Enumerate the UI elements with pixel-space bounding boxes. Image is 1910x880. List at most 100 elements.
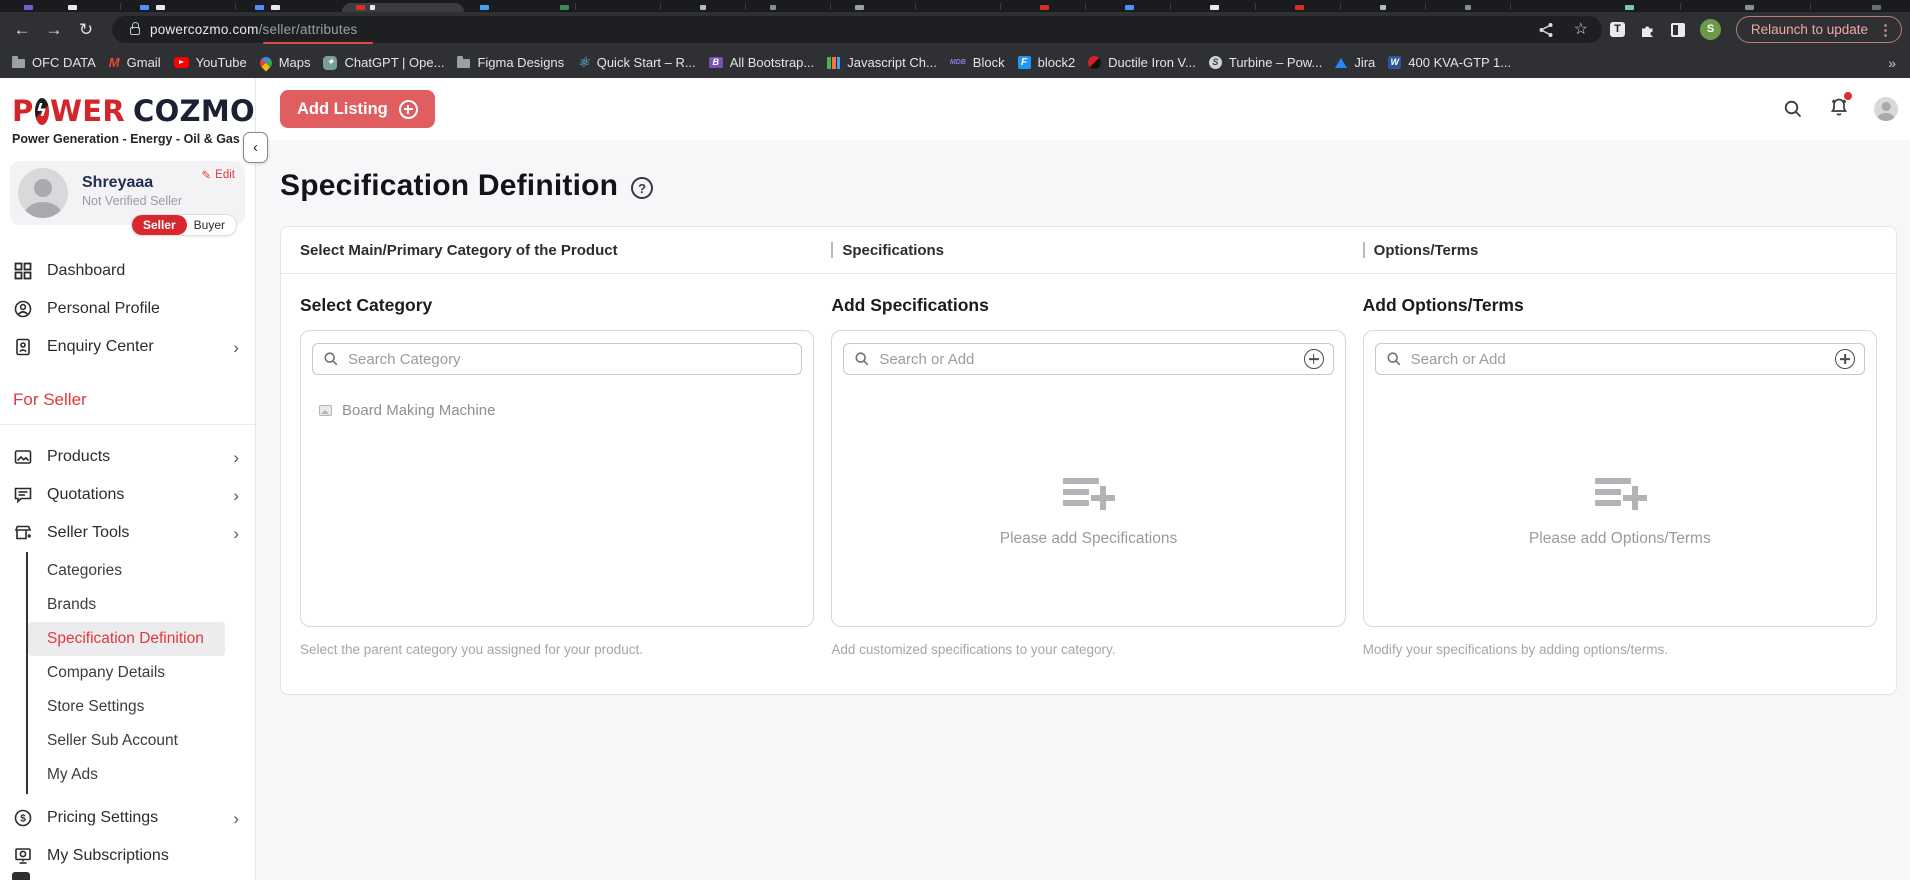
chevron-right-icon: › — [233, 339, 239, 356]
sidebar-item-dashboard[interactable]: Dashboard — [0, 252, 255, 290]
sidebar-item-categories[interactable]: Categories — [28, 554, 225, 588]
relaunch-to-update-button[interactable]: Relaunch to update ⋮ — [1736, 16, 1902, 43]
tab-favicon — [700, 5, 706, 10]
extensions-puzzle-icon[interactable] — [1640, 22, 1656, 38]
bookmark-item[interactable]: BAll Bootstrap... — [709, 55, 815, 70]
tab-favicon — [1125, 5, 1134, 10]
help-icon[interactable]: ? — [631, 177, 653, 199]
header-user-avatar[interactable] — [1874, 97, 1898, 121]
seller-role-badge[interactable]: Seller — [132, 215, 187, 235]
enquiry-document-icon — [13, 337, 33, 357]
bookmark-item[interactable]: Ductile Iron V... — [1088, 55, 1196, 70]
page-title: Specification Definition — [280, 169, 618, 203]
sidebar-item-quotations[interactable]: Quotations › — [0, 476, 255, 514]
bookmark-item[interactable]: Javascript Ch... — [827, 55, 937, 70]
options-empty-state: Please add Options/Terms — [1364, 478, 1876, 548]
app-logo[interactable]: PϟWERCOZMO Power Generation - Energy - O… — [0, 78, 255, 146]
sidebar-item-brands[interactable]: Brands — [28, 588, 225, 622]
sidebar-item-my-ads[interactable]: My Ads — [28, 758, 225, 792]
bookmark-item[interactable]: Figma Designs — [457, 55, 564, 70]
bootstrap-icon: B — [709, 57, 723, 68]
folder-icon — [457, 59, 470, 68]
sidebar-item-specification-definition[interactable]: Specification Definition — [28, 622, 225, 656]
playlist-add-icon — [1059, 478, 1117, 514]
sidebar-item-label: Personal Profile — [47, 300, 160, 318]
bookmarks-overflow-chevron[interactable]: » — [1888, 55, 1896, 71]
bookmark-item[interactable]: Jira — [1335, 55, 1375, 70]
chevron-right-icon: › — [233, 810, 239, 827]
browser-profile-avatar[interactable]: S — [1700, 19, 1721, 40]
add-specification-button[interactable] — [1304, 349, 1324, 369]
bookmark-item[interactable]: MDBBlock — [950, 55, 1005, 70]
bookmark-item[interactable]: Maps — [260, 55, 311, 70]
tab-favicon — [480, 5, 489, 10]
sidebar-item-label: Quotations — [47, 486, 124, 504]
column-title: Add Options/Terms — [1363, 295, 1877, 316]
tab-favicon — [560, 5, 569, 10]
react-icon: ⚛ — [577, 54, 590, 71]
bookmark-item[interactable]: YouTube — [174, 55, 247, 70]
reload-icon[interactable]: ↻ — [70, 12, 102, 47]
extension-t-icon[interactable]: T — [1610, 22, 1625, 37]
person-circle-icon — [13, 299, 33, 319]
bookmark-item[interactable]: W400 KVA-GTP 1... — [1388, 55, 1511, 70]
gmail-icon: M — [109, 55, 120, 70]
options-search-input[interactable] — [1411, 351, 1826, 368]
sidebar-item-personal-profile[interactable]: Personal Profile — [0, 290, 255, 328]
mdb-icon: MDB — [950, 59, 966, 66]
specifications-column: Add Specifications Ple — [831, 295, 1345, 627]
bookmark-star-icon[interactable]: ☆ — [1574, 22, 1588, 38]
add-option-button[interactable] — [1835, 349, 1855, 369]
browser-tab-strip[interactable] — [0, 0, 1910, 12]
category-search-input[interactable] — [348, 351, 792, 368]
bookmark-item[interactable]: ⚛Quick Start – R... — [577, 54, 696, 71]
quotations-chat-icon — [13, 485, 33, 505]
sidebar-item-seller-sub-account[interactable]: Seller Sub Account — [28, 724, 225, 758]
column-title: Select Category — [300, 295, 814, 316]
notifications-button[interactable] — [1828, 96, 1850, 123]
sidebar-item-seller-tools[interactable]: Seller Tools › — [0, 514, 255, 552]
logo-tagline: Power Generation - Energy - Oil & Gas — [12, 132, 255, 146]
tab-favicon — [370, 5, 375, 10]
forward-icon[interactable]: → — [38, 12, 70, 47]
sidebar-collapse-button[interactable]: ‹ — [243, 132, 268, 163]
empty-state-text: Please add Specifications — [832, 530, 1344, 548]
plus-circle-icon — [399, 100, 418, 119]
edit-profile-link[interactable]: ✎Edit — [202, 168, 235, 182]
sidebar-item-pricing-settings[interactable]: $ Pricing Settings › — [0, 799, 255, 837]
specifications-search-input[interactable] — [879, 351, 1294, 368]
sidebar-item-my-subscriptions[interactable]: My Subscriptions — [0, 837, 255, 875]
bookmark-item[interactable]: Fblock2 — [1018, 55, 1076, 70]
add-listing-button[interactable]: Add Listing — [280, 90, 435, 128]
url-text[interactable]: powercozmo.com/seller/attributes — [150, 22, 358, 37]
logo-power-o-icon: ϟ — [35, 98, 49, 125]
tab-favicon — [855, 5, 864, 10]
sidebar-item-store-settings[interactable]: Store Settings — [28, 690, 225, 724]
sidebar-item-products[interactable]: Products › — [0, 438, 255, 476]
sidebar-item-company-details[interactable]: Company Details — [28, 656, 225, 690]
address-bar[interactable]: powercozmo.com/seller/attributes ☆ — [112, 16, 1602, 43]
split-view-icon[interactable] — [1671, 23, 1685, 37]
chatgpt-icon: ✦ — [323, 56, 337, 70]
browser-menu-kebab-icon[interactable]: ⋮ — [1878, 21, 1893, 39]
bookmark-item[interactable]: STurbine – Pow... — [1209, 55, 1322, 70]
lock-icon[interactable] — [130, 27, 140, 35]
buyer-role-badge[interactable]: Buyer — [187, 215, 236, 235]
bookmark-item[interactable]: ✦ChatGPT | Ope... — [323, 55, 444, 70]
bookmark-item[interactable]: OFC DATA — [12, 55, 96, 70]
category-panel: Board Making Machine — [300, 330, 814, 627]
category-tree-item[interactable]: Board Making Machine — [312, 402, 802, 419]
logo-text-cozmo: COZMO — [133, 94, 255, 128]
search-icon[interactable] — [1782, 98, 1804, 120]
sidebar-item-enquiry-center[interactable]: Enquiry Center › — [0, 328, 255, 366]
share-icon[interactable] — [1538, 22, 1554, 38]
bookmark-item[interactable]: MGmail — [109, 55, 161, 70]
maps-icon — [257, 54, 274, 71]
tab-favicon — [1295, 5, 1304, 10]
tab-favicon — [1040, 5, 1049, 10]
specifications-search-box — [843, 343, 1333, 375]
tab-favicon — [770, 5, 776, 10]
jira-icon — [1335, 58, 1347, 68]
back-icon[interactable]: ← — [6, 12, 38, 47]
image-placeholder-icon — [319, 405, 332, 416]
